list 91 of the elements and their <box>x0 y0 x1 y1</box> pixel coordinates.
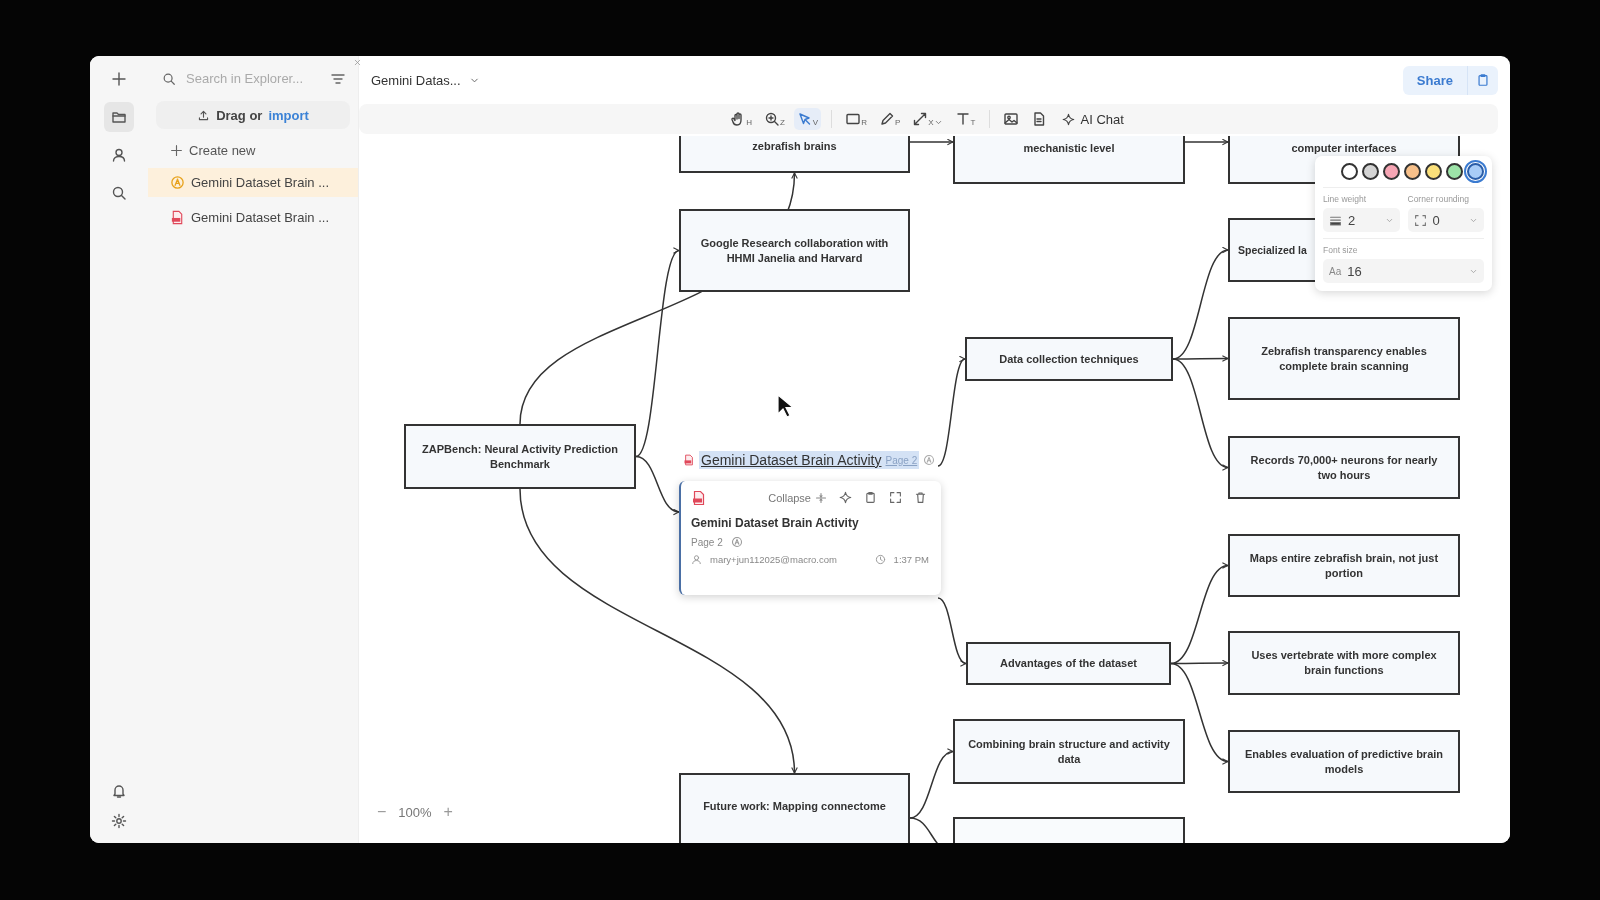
diagram-node: zebrafish brains <box>679 136 910 173</box>
expand-icon <box>889 491 902 504</box>
folder-icon <box>111 109 127 125</box>
bell-icon[interactable] <box>111 783 127 799</box>
card-title: Gemini Dataset Brain Activity <box>691 516 860 530</box>
person-icon <box>111 147 127 163</box>
font-size-prefix: Aa <box>1329 265 1342 277</box>
line-weight-select[interactable]: 2 <box>1323 208 1400 232</box>
chevron-icon <box>933 118 943 127</box>
settings-icon[interactable] <box>111 813 127 829</box>
diagram-node: Google Research collaboration with HHMI Janelia and Harvard <box>679 209 910 292</box>
create-new-button[interactable]: Create new <box>156 135 350 162</box>
hand-tool[interactable]: H <box>727 108 755 130</box>
plus-icon <box>111 71 127 87</box>
person-icon <box>691 554 702 565</box>
explorer-item[interactable]: Gemini Dataset Brain ... <box>148 203 358 232</box>
diagram-node: mechanistic level <box>953 136 1185 184</box>
font-size-value: 16 <box>1347 263 1362 279</box>
color-swatch[interactable] <box>1467 163 1484 180</box>
image-icon <box>1002 111 1019 127</box>
diagram-node: Advantages of the dataset <box>966 642 1171 685</box>
reference-link[interactable]: Gemini Dataset Brain Activity <box>701 452 882 468</box>
trash-icon <box>914 491 927 504</box>
diagram-node: Uses vertebrate with more complex brain functions <box>1228 631 1460 695</box>
import-area[interactable]: Drag or import <box>156 101 350 129</box>
diagram-node: Data collection techniques <box>965 337 1173 381</box>
diagram-node: ZAPBench: Neural Activity Prediction Benchmark <box>404 424 636 489</box>
pdf-file-icon <box>683 454 695 466</box>
search-icon <box>162 71 176 86</box>
sparkle-icon <box>1061 112 1075 126</box>
timestamp: 1:37 PM <box>893 554 929 565</box>
sparkle-icon <box>839 491 852 504</box>
document-title[interactable]: Gemini Datas... <box>365 71 486 89</box>
rectangle-icon <box>845 111 862 127</box>
explorer-tab[interactable] <box>104 102 134 132</box>
at-icon <box>730 536 743 548</box>
text-icon <box>954 111 971 127</box>
diagram-node: Records 70,000+ neurons for nearly two hours <box>1228 436 1460 499</box>
corner-icon <box>1413 213 1427 227</box>
field-label: Font size <box>1323 245 1359 255</box>
mouse-cursor-icon <box>777 394 795 418</box>
search-field[interactable]: Search in Explorer... <box>184 70 322 87</box>
collapse-button[interactable]: Collapse <box>766 489 829 506</box>
clipboard-icon <box>864 491 877 504</box>
diagram-node: Combining brain structure and activity data <box>953 719 1185 784</box>
rect-tool[interactable]: R <box>842 108 870 130</box>
zoom-level: 100% <box>398 804 432 820</box>
page-label: Page 2 <box>691 536 723 548</box>
connector-arrow <box>937 597 967 665</box>
color-swatch[interactable] <box>1446 163 1463 180</box>
ai-chat-button[interactable]: AI Chat <box>1055 108 1130 130</box>
color-swatch[interactable] <box>1404 163 1421 180</box>
at-icon <box>923 454 936 466</box>
chat-icon <box>170 175 185 190</box>
sparkle-button[interactable] <box>837 489 854 506</box>
field-label: Corner rounding <box>1407 194 1470 204</box>
color-swatch[interactable] <box>1341 163 1358 180</box>
color-swatch[interactable] <box>1383 163 1400 180</box>
corner-rounding-select[interactable]: 0 <box>1407 208 1484 232</box>
color-swatch[interactable] <box>1362 163 1379 180</box>
line-arrow-icon <box>912 111 929 127</box>
pencil-icon <box>878 111 895 127</box>
pdf-file-icon <box>170 210 185 225</box>
clock-icon <box>874 554 886 565</box>
import-label: Drag or <box>216 107 263 123</box>
diagram-node: Future work: Mapping connectome <box>679 773 910 843</box>
import-link[interactable]: import <box>268 107 309 123</box>
line-tool[interactable]: X <box>909 108 946 130</box>
diagram-node: Zebrafish transparency enables complete brain scanning <box>1228 317 1460 400</box>
plus-icon <box>170 144 183 157</box>
author-email: mary+jun112025@macro.com <box>710 554 837 565</box>
collapse-icon <box>815 491 827 504</box>
clipboard-icon <box>1476 73 1490 87</box>
font-size-select[interactable]: Aa 16 <box>1323 259 1484 283</box>
zoom-in-icon <box>763 111 780 127</box>
color-swatch[interactable] <box>1425 163 1442 180</box>
select-tool[interactable]: V <box>793 108 822 130</box>
pencil-tool[interactable]: P <box>875 108 904 130</box>
text-tool[interactable]: T <box>951 108 979 130</box>
upload-icon <box>197 108 211 122</box>
diagram-node: Enables evaluation of predictive brain models <box>1228 730 1460 793</box>
diagram-node: Maps entire zebrafish brain, not just portion <box>1228 534 1460 597</box>
search-icon <box>111 185 127 201</box>
connector-arrow <box>1184 138 1229 146</box>
pointer-icon <box>796 111 813 127</box>
connector-arrow <box>909 138 954 146</box>
explorer-item[interactable]: Gemini Dataset Brain ... <box>148 168 358 197</box>
field-label: Line weight <box>1323 194 1367 204</box>
pdf-file-icon <box>691 489 707 506</box>
zoom-tool[interactable]: Z <box>760 108 788 130</box>
expand-button[interactable] <box>887 489 904 506</box>
